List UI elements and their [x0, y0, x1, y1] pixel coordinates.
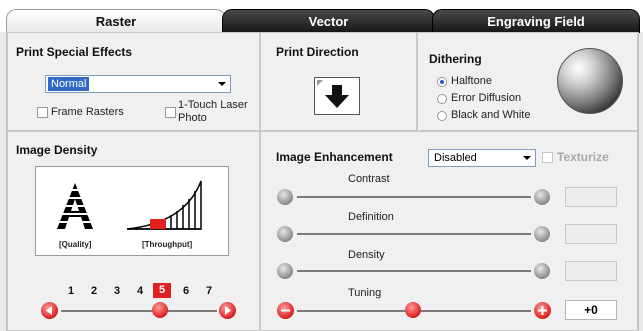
tab-bar: Raster Vector Engraving Field [0, 0, 643, 33]
density-level-3[interactable]: 3 [111, 285, 123, 297]
density-level-6[interactable]: 6 [180, 285, 192, 297]
print-special-effects-title: Print Special Effects [16, 45, 133, 59]
special-effects-select[interactable]: Normal [45, 75, 231, 93]
image-density-section: Image Density [Quality] [Throughput] 1 2… [7, 131, 260, 331]
density-slider-knob[interactable] [152, 302, 168, 318]
contrast-label: Contrast [348, 173, 390, 185]
dithering-section: Dithering Halftone Error Diffusion Black… [417, 32, 638, 131]
dithering-title: Dithering [429, 52, 482, 66]
definition-label: Definition [348, 211, 394, 223]
density-slider-track[interactable] [61, 310, 217, 312]
density-level-2[interactable]: 2 [88, 285, 100, 297]
definition-decrease-button[interactable] [277, 226, 293, 242]
error-diffusion-label: Error Diffusion [451, 92, 522, 104]
image-enhancement-select[interactable]: Disabled [428, 149, 536, 167]
print-special-effects-section: Print Special Effects Normal Frame Raste… [7, 32, 260, 131]
black-and-white-label: Black and White [451, 109, 531, 121]
print-direction-title: Print Direction [276, 45, 359, 59]
raster-settings-panel: Print Special Effects Normal Frame Raste… [6, 32, 639, 331]
black-and-white-radio[interactable] [437, 111, 447, 121]
contrast-slider-track[interactable] [297, 196, 531, 198]
halftone-radio[interactable] [437, 77, 447, 87]
one-touch-label-line2: Photo [178, 112, 207, 124]
definition-increase-button[interactable] [534, 226, 550, 242]
definition-slider-track[interactable] [297, 233, 531, 235]
tuning-label: Tuning [348, 287, 382, 299]
chevron-down-icon [218, 82, 226, 86]
tuning-decrease-button[interactable] [277, 302, 294, 319]
contrast-decrease-button[interactable] [277, 189, 293, 205]
image-enhancement-title: Image Enhancement [276, 150, 393, 164]
density-value-box[interactable] [565, 261, 617, 281]
tuning-value-box[interactable]: +0 [565, 300, 617, 320]
chevron-left-icon [46, 306, 52, 315]
one-touch-laser-photo-checkbox[interactable] [165, 107, 176, 118]
error-diffusion-radio[interactable] [437, 94, 447, 104]
special-effects-select-value: Normal [48, 77, 90, 91]
print-direction-button[interactable] [314, 77, 360, 115]
image-enhancement-section: Image Enhancement Disabled Texturize Con… [260, 131, 638, 331]
density-decrease-button[interactable] [41, 302, 58, 319]
print-direction-section: Print Direction [260, 32, 417, 131]
density-level-1[interactable]: 1 [65, 285, 77, 297]
texturize-checkbox[interactable] [542, 152, 553, 163]
tab-vector[interactable]: Vector [222, 9, 435, 33]
density-preview-box: [Quality] [Throughput] [35, 166, 229, 256]
quality-letter-icon [53, 181, 97, 236]
halftone-label: Halftone [451, 75, 492, 87]
frame-rasters-label: Frame Rasters [51, 106, 124, 118]
dithering-preview-sphere [557, 48, 623, 114]
chevron-right-icon [225, 306, 231, 315]
density-level-4[interactable]: 4 [134, 285, 146, 297]
image-enhancement-select-value: Disabled [434, 152, 477, 164]
down-arrow-icon [315, 78, 359, 114]
density-level-7[interactable]: 7 [203, 285, 215, 297]
density-slider-track[interactable] [297, 270, 531, 272]
chevron-down-icon [523, 156, 531, 160]
tab-engraving-field[interactable]: Engraving Field [432, 9, 640, 33]
density-decrease-button[interactable] [277, 263, 293, 279]
one-touch-label-line1: 1-Touch Laser [178, 99, 248, 111]
density-increase-button[interactable] [534, 263, 550, 279]
image-density-title: Image Density [16, 143, 98, 157]
contrast-value-box[interactable] [565, 187, 617, 207]
one-touch-laser-photo-label: 1-Touch Laser Photo [178, 99, 248, 125]
density-level-5-selected[interactable]: 5 [153, 283, 171, 298]
definition-value-box[interactable] [565, 224, 617, 244]
tab-raster[interactable]: Raster [6, 9, 226, 33]
throughput-label: [Throughput] [142, 240, 193, 249]
density-increase-button[interactable] [219, 302, 236, 319]
minus-icon [281, 309, 290, 312]
texturize-label: Texturize [557, 150, 609, 164]
contrast-increase-button[interactable] [534, 189, 550, 205]
quality-label: [Quality] [59, 240, 92, 249]
plus-icon [538, 306, 547, 315]
density-label: Density [348, 249, 385, 261]
tuning-slider-knob[interactable] [405, 302, 421, 318]
frame-rasters-checkbox[interactable] [37, 107, 48, 118]
throughput-graph-icon [125, 179, 205, 236]
tuning-increase-button[interactable] [534, 302, 551, 319]
